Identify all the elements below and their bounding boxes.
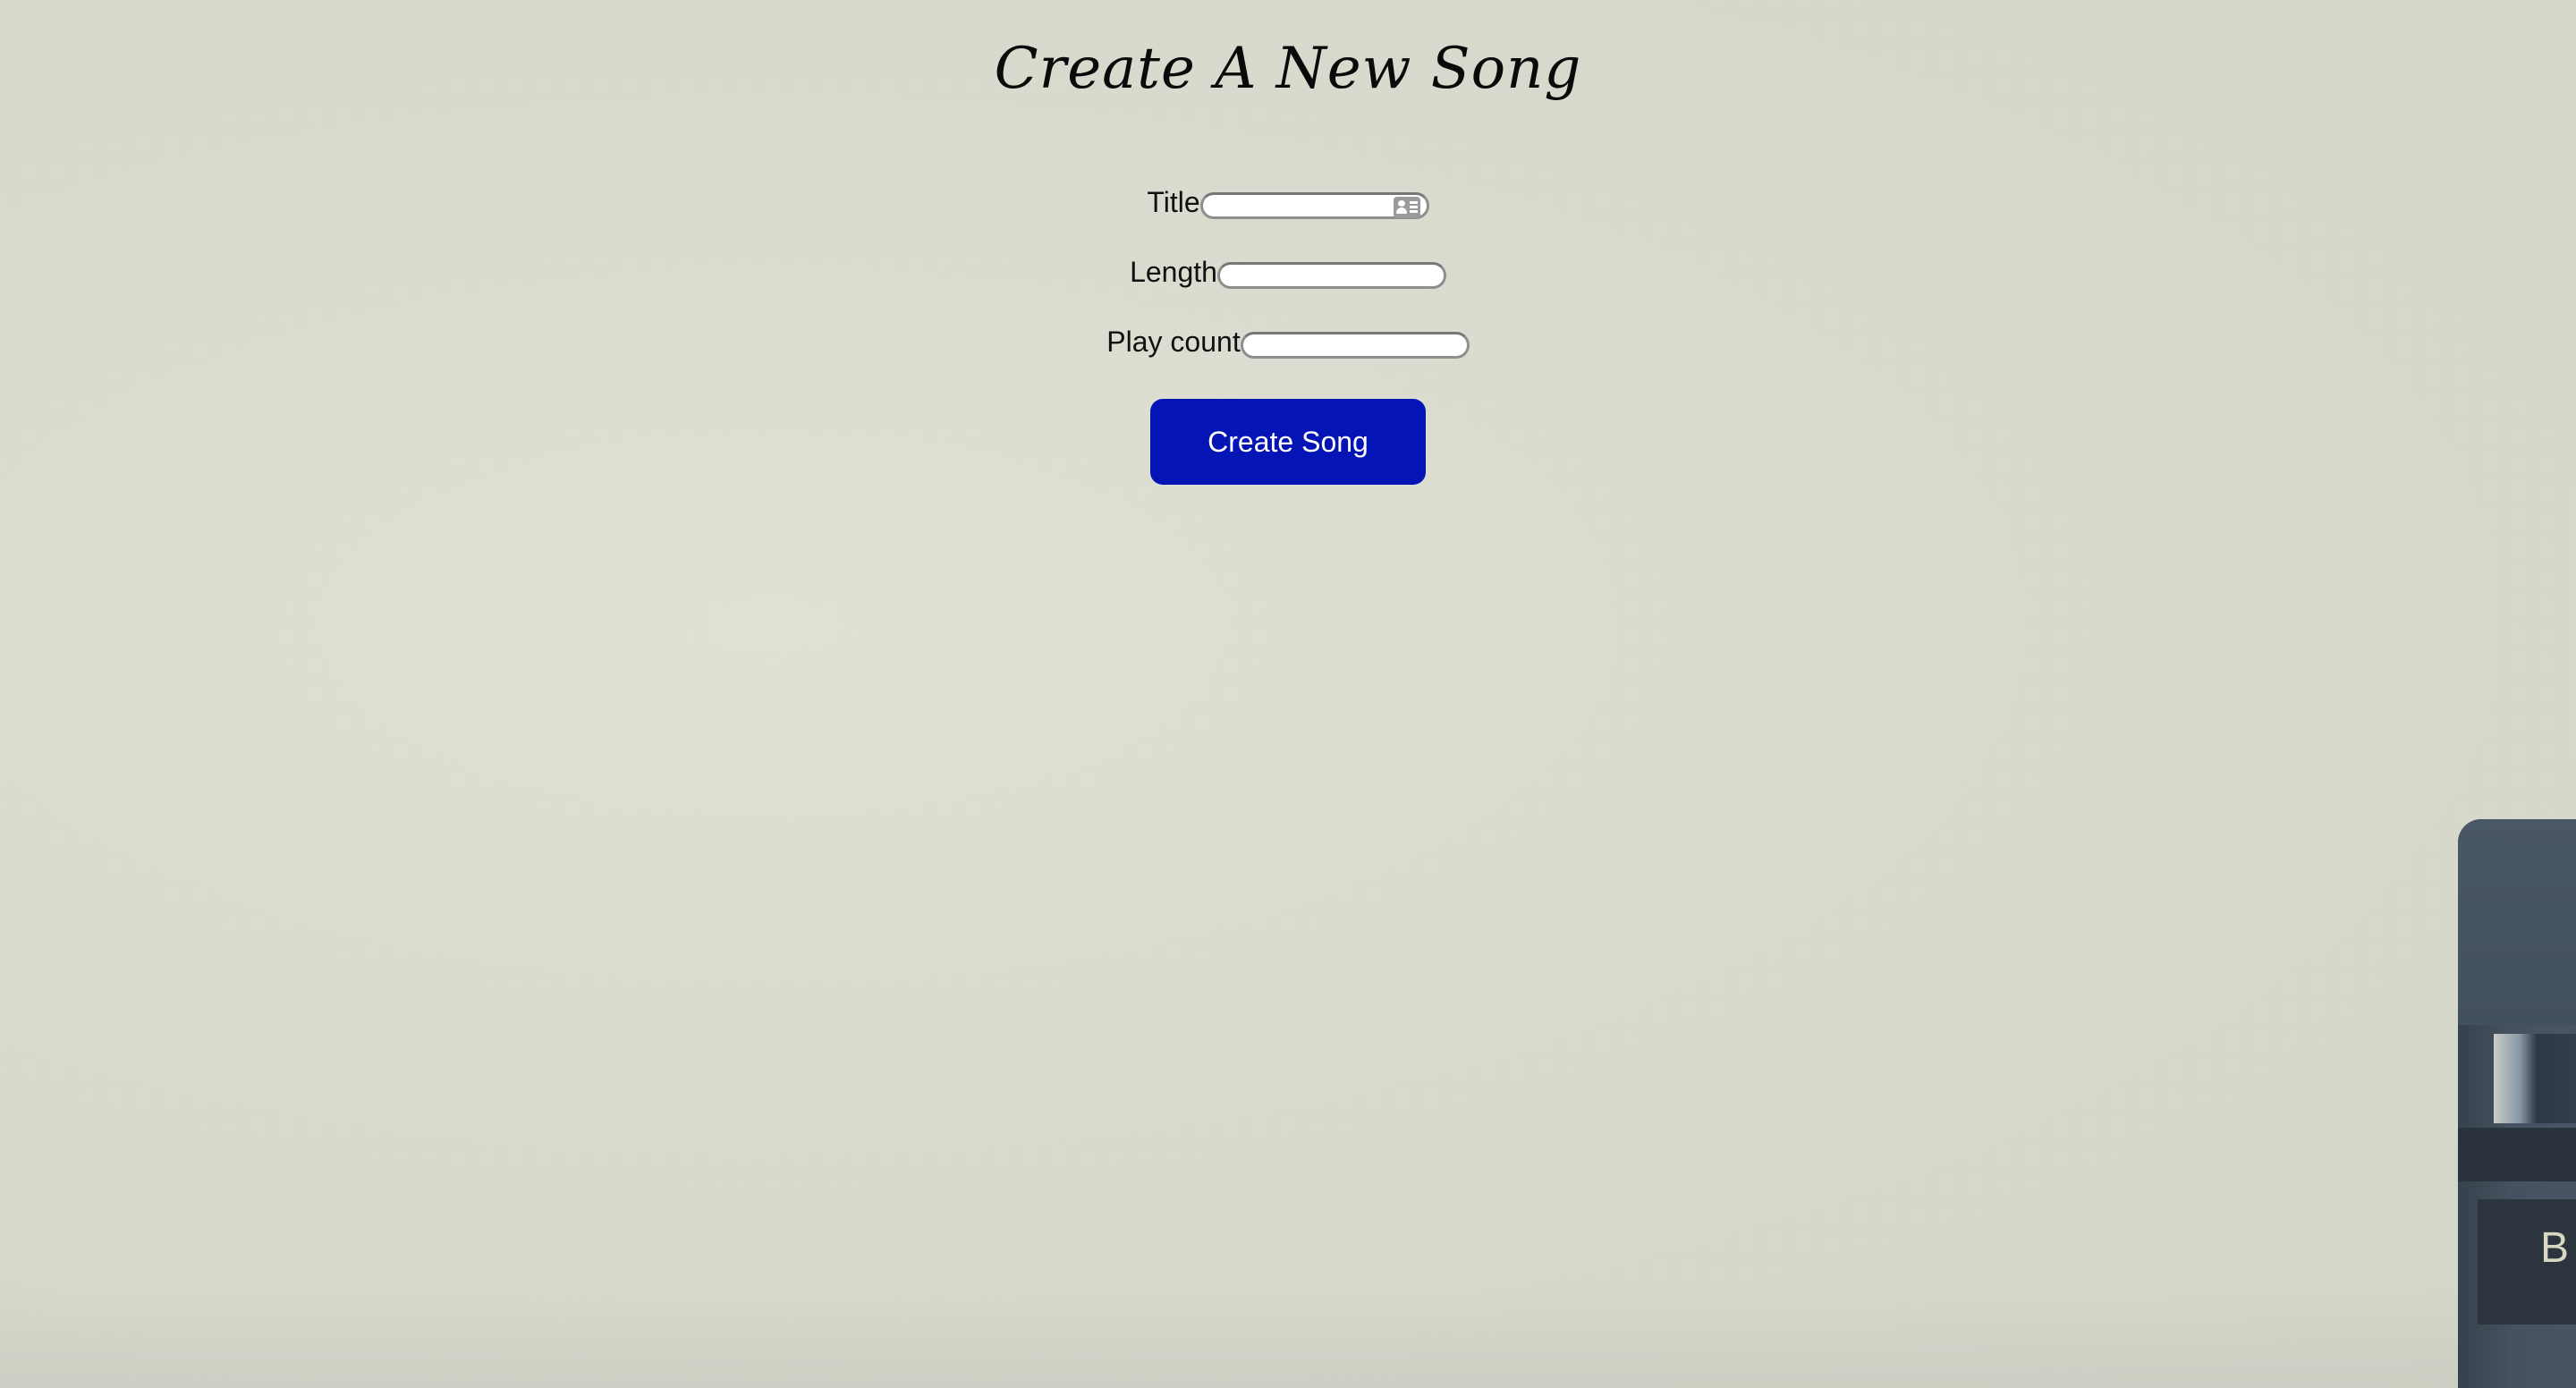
length-field-row: Length	[0, 253, 2576, 291]
length-label: Length	[1130, 256, 1217, 288]
play-count-field-row: Play count	[0, 323, 2576, 360]
page-title: Create A New Song	[994, 36, 1582, 102]
contact-card-icon[interactable]	[1393, 197, 1420, 218]
play-count-input[interactable]	[1240, 332, 1470, 359]
play-count-label: Play count	[1106, 326, 1241, 358]
create-song-button[interactable]: Create Song	[1150, 399, 1426, 485]
book-cover-window	[2494, 1034, 2576, 1123]
book-cover-top	[2458, 819, 2576, 1025]
title-input-wrapper	[1199, 185, 1429, 219]
book-cover-letter: B	[2540, 1224, 2570, 1272]
book-cover-stripe	[2458, 1128, 2576, 1181]
background-floor-shade	[0, 1290, 2576, 1388]
length-input[interactable]	[1216, 262, 1446, 289]
create-song-form: Title Length Play count	[0, 183, 2576, 393]
title-field-row: Title	[0, 183, 2576, 221]
title-label: Title	[1147, 186, 1200, 218]
background-book-image	[2458, 819, 2576, 1388]
